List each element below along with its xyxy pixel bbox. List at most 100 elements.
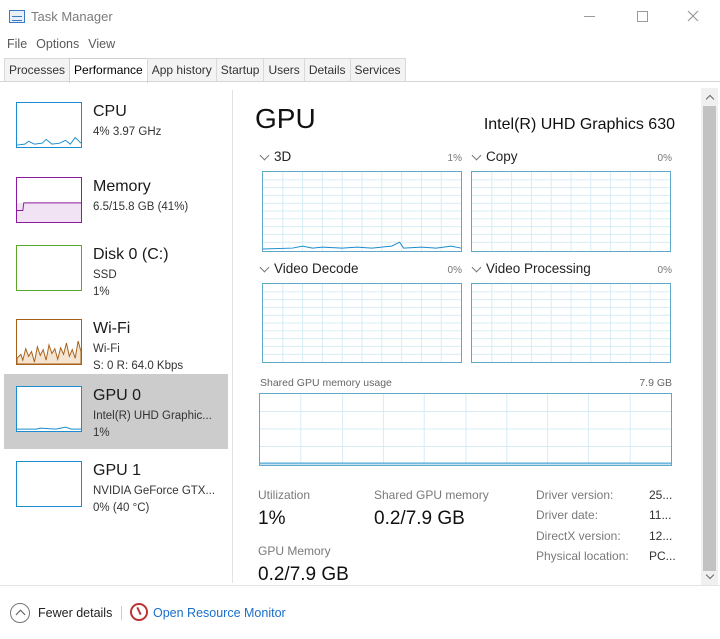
resource-name: GPU 1 [93,462,142,479]
chevron-up-icon [705,94,714,103]
resource-name: Disk 0 (C:) [93,246,169,263]
driver-date-value: 11... [649,508,672,522]
graph-video-decode-selector[interactable]: Video Decode [259,261,359,276]
graph-video-decode-percent: 0% [447,265,462,276]
minimize-icon [583,15,595,17]
tab-details[interactable]: Details [303,58,351,81]
gpu0-thumbnail-graph [16,386,82,432]
tab-bar: Processes Performance App history Startu… [4,58,406,83]
gpu1-thumbnail-graph [16,461,82,507]
resource-list: CPU 4% 3.97 GHz Memory 6.5/15.8 GB (41%)… [4,90,232,583]
gpu-memory-value: 0.2/7.9 GB [258,564,349,585]
directx-version-label: DirectX version: [536,529,621,543]
scroll-down-button[interactable] [701,569,718,583]
tab-processes[interactable]: Processes [4,58,71,81]
graph-copy-selector[interactable]: Copy [471,149,518,164]
driver-version-value: 25... [649,488,673,502]
resource-item-disk[interactable]: Disk 0 (C:) SSD 1% [4,233,228,308]
title-bar: Task Manager [0,0,720,34]
graph-3d [262,171,462,252]
menu-view[interactable]: View [88,34,115,54]
graph-video-decode [262,283,462,363]
graph-video-processing-percent: 0% [657,265,672,276]
resource-detail-2: S: 0 R: 64.0 Kbps [93,360,184,372]
chevron-up-circle-icon[interactable] [10,603,30,623]
wifi-thumbnail-graph [16,319,82,365]
chevron-down-icon [471,150,482,160]
tab-divider [0,81,720,82]
cpu-thumbnail-graph [16,102,82,148]
resource-item-gpu1[interactable]: GPU 1 NVIDIA GeForce GTX... 0% (40 °C) [4,449,228,524]
maximize-button[interactable] [619,0,665,32]
driver-date-label: Driver date: [536,508,599,522]
menu-bar: File Options View [0,34,115,54]
disk-thumbnail-graph [16,245,82,291]
shared-gpu-memory-value: 0.2/7.9 GB [374,508,465,529]
footer-separator [121,606,122,620]
graph-3d-label: 3D [274,149,292,164]
resource-detail: SSD [93,269,117,281]
shared-memory-graph-max: 7.9 GB [639,377,672,389]
resource-item-cpu[interactable]: CPU 4% 3.97 GHz [4,90,228,165]
resource-item-memory[interactable]: Memory 6.5/15.8 GB (41%) [4,165,228,240]
scrollbar-thumb[interactable] [703,106,716,571]
resource-detail-2: 1% [93,286,110,298]
resource-detail: NVIDIA GeForce GTX... [93,485,216,497]
graph-copy [471,171,671,252]
graph-3d-selector[interactable]: 3D [259,149,291,164]
graph-video-processing [471,283,671,363]
gpu-memory-label: GPU Memory [258,544,331,558]
tab-startup[interactable]: Startup [215,58,265,81]
menu-options[interactable]: Options [36,34,79,54]
resource-monitor-icon[interactable] [130,603,148,621]
window-title: Task Manager [31,9,113,24]
physical-location-value: PC... [649,549,676,563]
resource-detail: Wi-Fi [93,343,120,355]
resource-detail-2: 0% (40 °C) [93,502,150,514]
physical-location-label: Physical location: [536,549,629,563]
scroll-up-button[interactable] [701,90,718,104]
resource-detail: Intel(R) UHD Graphic... [93,410,212,422]
graph-video-processing-label: Video Processing [486,261,591,276]
open-resource-monitor-link[interactable]: Open Resource Monitor [153,606,286,620]
directx-version-value: 12... [649,529,673,543]
tab-users[interactable]: Users [263,58,305,81]
resource-item-wifi[interactable]: Wi-Fi Wi-Fi S: 0 R: 64.0 Kbps [4,307,228,382]
tab-app-history[interactable]: App history [146,58,217,81]
task-manager-icon [9,10,25,23]
resource-name: Wi-Fi [93,320,131,337]
graph-copy-percent: 0% [657,153,672,164]
resource-name: Memory [93,178,151,195]
maximize-icon [636,10,648,22]
footer: Fewer details Open Resource Monitor [0,586,720,639]
close-icon [687,10,699,22]
tab-performance[interactable]: Performance [69,58,148,83]
gpu-model-name: Intel(R) UHD Graphics 630 [483,116,675,133]
resource-detail-2: 1% [93,427,110,439]
graph-video-decode-label: Video Decode [274,261,359,276]
chevron-down-icon [259,150,270,160]
graph-3d-percent: 1% [447,153,462,164]
menu-file[interactable]: File [7,34,27,54]
driver-version-label: Driver version: [536,488,614,502]
resource-detail: 6.5/15.8 GB (41%) [93,201,189,213]
chevron-down-icon [471,262,482,272]
utilization-label: Utilization [258,488,311,502]
memory-thumbnail-graph [16,177,82,223]
resource-detail: 4% 3.97 GHz [93,126,162,138]
graph-copy-label: Copy [486,149,518,164]
shared-memory-graph [259,393,672,466]
tab-services[interactable]: Services [349,58,406,81]
vertical-scrollbar[interactable] [701,88,718,585]
shared-memory-graph-label: Shared GPU memory usage [260,377,392,389]
minimize-button[interactable] [566,0,612,32]
close-button[interactable] [670,0,716,32]
chevron-down-icon [259,262,270,272]
graph-video-processing-selector[interactable]: Video Processing [471,261,591,276]
resource-name: CPU [93,103,127,120]
fewer-details-button[interactable]: Fewer details [38,606,112,620]
shared-gpu-memory-label: Shared GPU memory [374,488,489,502]
resource-name: GPU 0 [93,387,142,404]
pane-divider[interactable] [232,90,233,583]
resource-item-gpu0[interactable]: GPU 0 Intel(R) UHD Graphic... 1% [4,374,228,449]
